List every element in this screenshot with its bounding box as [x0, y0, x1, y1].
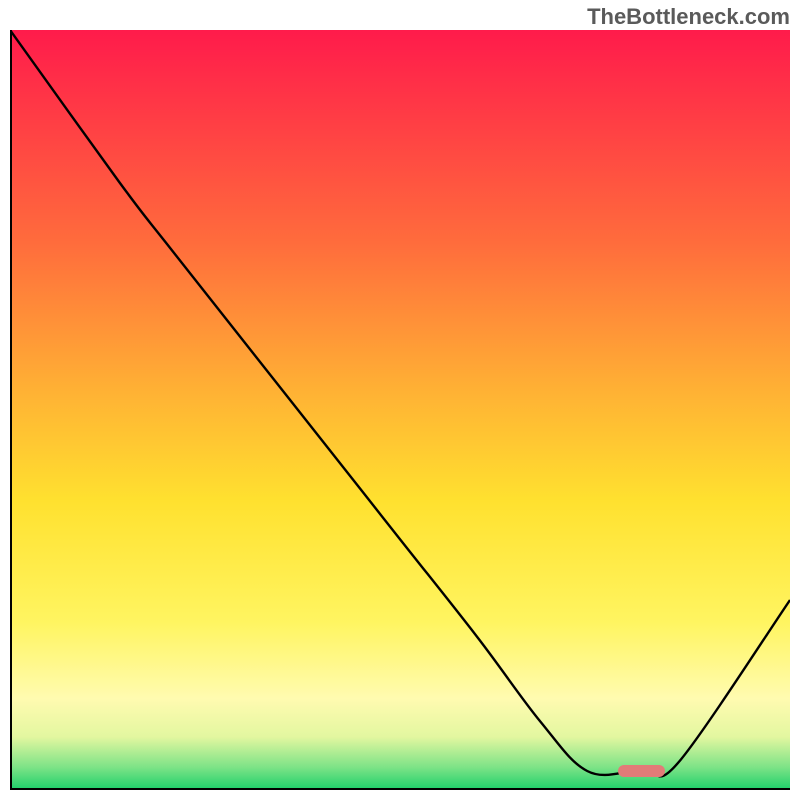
watermark-text: TheBottleneck.com [587, 4, 790, 30]
chart-svg [10, 30, 790, 790]
gradient-background [10, 30, 790, 790]
chart-area [10, 30, 790, 790]
trough-marker [618, 765, 665, 777]
